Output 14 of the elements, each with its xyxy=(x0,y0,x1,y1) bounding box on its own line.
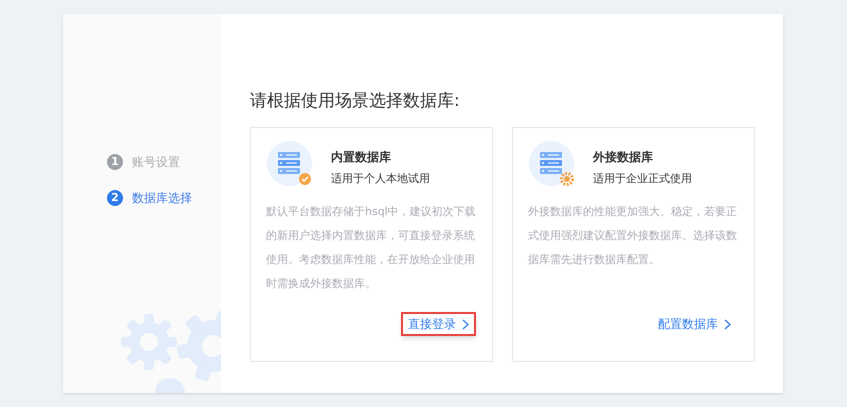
step-label[interactable]: 账号设置 xyxy=(132,153,180,171)
chevron-right-icon xyxy=(462,318,469,330)
step-number: 2 xyxy=(107,190,123,206)
card-subtitle: 适用于企业正式使用 xyxy=(593,171,692,187)
card-description: 外接数据库的性能更加强大、稳定，若要正式使用强烈建议配置外接数据库。选择该数据库需先进行数据库配置。 xyxy=(528,204,738,268)
card-description: 默认平台数据存储于hsql中，建议初次下载的新用户选择内置数据库，可直接登录系统使用。考虑数据库性能，在开放给企业使用时需换成外接数据库。 xyxy=(266,204,477,292)
chevron-right-icon xyxy=(724,318,731,330)
card-subtitle: 适用于个人本地试用 xyxy=(331,171,430,187)
action-link[interactable]: 直接登录 xyxy=(401,312,476,336)
card-title: 外接数据库 xyxy=(593,149,653,166)
card-title: 内置数据库 xyxy=(331,149,391,166)
step-number: 1 xyxy=(107,154,123,170)
page-heading: 请根据使用场景选择数据库: xyxy=(250,90,461,112)
step-label[interactable]: 数据库选择 xyxy=(132,189,192,207)
